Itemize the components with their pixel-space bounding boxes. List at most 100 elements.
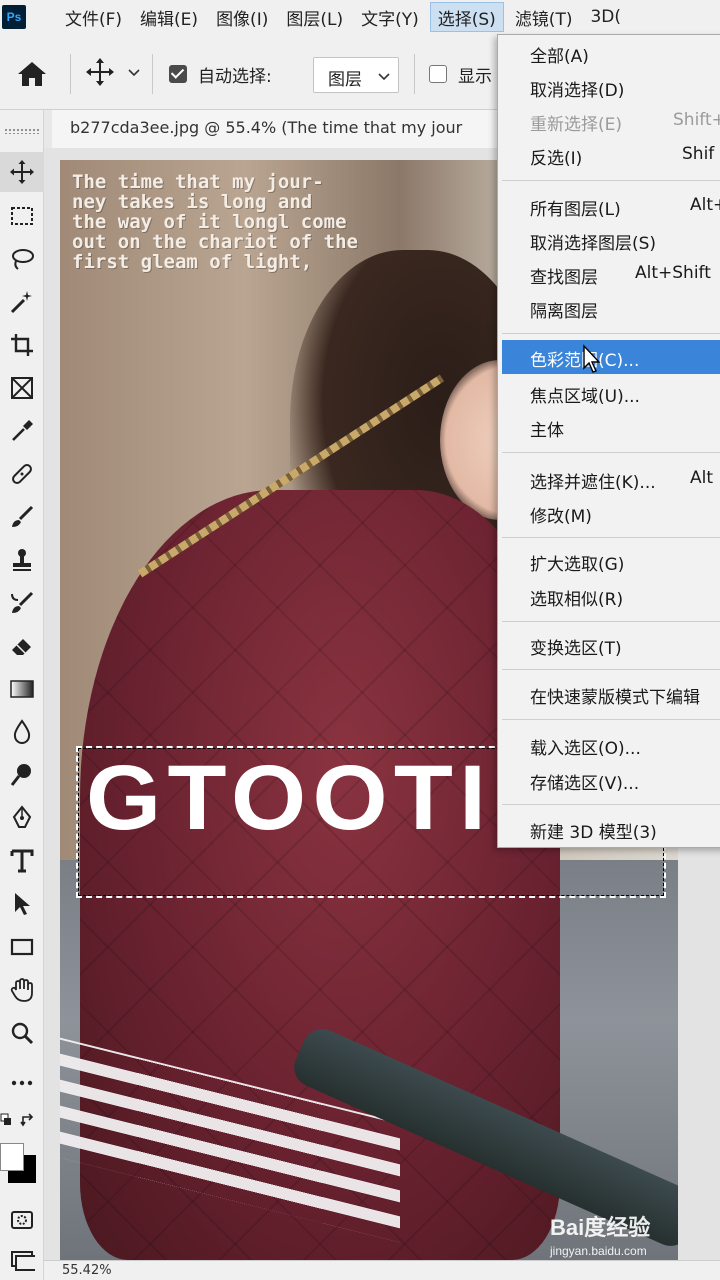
menu-file[interactable]: 文件(F) bbox=[58, 2, 129, 32]
marquee-tool[interactable] bbox=[0, 196, 44, 236]
pen-icon bbox=[12, 805, 32, 828]
show-transform-label: 显示 bbox=[458, 67, 492, 87]
lasso-icon bbox=[12, 249, 34, 270]
status-bar: 55.42% bbox=[44, 1260, 720, 1280]
frame-icon bbox=[11, 377, 33, 399]
menu-item-similar[interactable]: 选取相似(R) bbox=[502, 579, 720, 613]
screen-mode-icon bbox=[11, 1251, 35, 1271]
select-menu-dropdown: 全部(A) 取消选择(D) 重新选择(E)Shift+ 反选(I)Shif 所有… bbox=[497, 34, 720, 848]
crop-tool[interactable] bbox=[0, 325, 44, 365]
menu-item-save-selection[interactable]: 存储选区(V)... bbox=[502, 763, 720, 797]
layer-select-value: 图层 bbox=[328, 70, 362, 90]
more-tools[interactable] bbox=[0, 1063, 44, 1103]
menu-layer[interactable]: 图层(L) bbox=[279, 2, 350, 32]
menu-separator bbox=[502, 452, 720, 453]
menu-filter[interactable]: 滤镜(T) bbox=[508, 2, 580, 32]
type-tool[interactable] bbox=[0, 841, 44, 881]
history-brush-tool[interactable] bbox=[0, 583, 44, 623]
move-icon bbox=[10, 160, 34, 184]
eraser-tool[interactable] bbox=[0, 626, 44, 666]
gradient-icon bbox=[10, 680, 34, 698]
layer-select-dropdown[interactable]: 图层 bbox=[313, 57, 399, 93]
quick-mask-button[interactable] bbox=[0, 1200, 44, 1240]
zoom-icon bbox=[11, 1022, 34, 1045]
eraser-icon bbox=[12, 639, 31, 655]
menu-item-select-all[interactable]: 全部(A) bbox=[502, 36, 720, 70]
magic-wand-tool[interactable] bbox=[0, 282, 44, 322]
menu-separator bbox=[502, 537, 720, 538]
menu-item-isolate-layers[interactable]: 隔离图层 bbox=[502, 291, 720, 325]
quick-mask-icon bbox=[11, 1211, 33, 1229]
menu-item-subject[interactable]: 主体 bbox=[502, 410, 720, 444]
show-transform-checkbox[interactable] bbox=[429, 65, 447, 83]
menu-separator bbox=[502, 180, 720, 181]
healing-brush-tool[interactable] bbox=[0, 454, 44, 494]
menu-edit[interactable]: 编辑(E) bbox=[133, 2, 205, 32]
brush-icon bbox=[12, 505, 34, 527]
dodge-icon bbox=[10, 764, 31, 786]
menu-item-modify[interactable]: 修改(M) bbox=[502, 496, 720, 530]
default-colors-icon[interactable] bbox=[0, 1113, 12, 1127]
menu-item-inverse[interactable]: 反选(I) Shif bbox=[502, 138, 720, 172]
chevron-down-icon bbox=[378, 73, 390, 81]
options-separator bbox=[152, 54, 153, 94]
frame-tool[interactable] bbox=[0, 368, 44, 408]
menu-item-quick-mask[interactable]: 在快速蒙版模式下编辑 bbox=[502, 677, 720, 711]
chevron-down-icon[interactable] bbox=[128, 68, 140, 78]
menu-type[interactable]: 文字(Y) bbox=[354, 2, 426, 32]
eyedropper-icon bbox=[12, 420, 33, 441]
options-separator bbox=[70, 54, 71, 94]
menu-item-load-selection[interactable]: 载入选区(O)... bbox=[502, 728, 720, 762]
menu-item-transform-selection[interactable]: 变换选区(T) bbox=[502, 628, 720, 662]
menu-image[interactable]: 图像(I) bbox=[209, 2, 275, 32]
menu-item-color-range[interactable]: 色彩范围(C)... bbox=[502, 340, 720, 374]
menu-item-select-and-mask[interactable]: 选择并遮住(K)... Alt bbox=[502, 462, 720, 496]
history-brush-icon bbox=[11, 591, 34, 613]
menu-3d[interactable]: 3D( bbox=[583, 2, 628, 32]
menu-select[interactable]: 选择(S) bbox=[429, 2, 504, 32]
photoshop-window: Ps 文件(F) 编辑(E) 图像(I) 图层(L) 文字(Y) 选择(S) 滤… bbox=[0, 0, 720, 1280]
magic-wand-icon bbox=[10, 291, 32, 314]
menu-item-focus-area[interactable]: 焦点区域(U)... bbox=[502, 376, 720, 410]
tools-panel bbox=[0, 110, 44, 1280]
rectangle-tool[interactable] bbox=[0, 927, 44, 967]
watermark-url: jingyan.baidu.com bbox=[550, 1244, 647, 1258]
path-select-icon bbox=[15, 893, 30, 915]
menu-item-new-3d-model[interactable]: 新建 3D 模型(3) bbox=[502, 812, 720, 846]
hand-icon bbox=[10, 978, 33, 1002]
mouse-cursor-icon bbox=[583, 344, 601, 373]
clone-stamp-tool[interactable] bbox=[0, 540, 44, 580]
healing-brush-icon bbox=[12, 464, 32, 484]
menu-separator bbox=[502, 621, 720, 622]
hand-tool[interactable] bbox=[0, 970, 44, 1010]
zoom-tool[interactable] bbox=[0, 1013, 44, 1053]
eyedropper-tool[interactable] bbox=[0, 411, 44, 451]
menu-item-all-layers[interactable]: 所有图层(L)Alt+ bbox=[502, 189, 720, 223]
menu-item-deselect[interactable]: 取消选择(D) bbox=[502, 70, 720, 104]
zoom-level[interactable]: 55.42% bbox=[62, 1263, 112, 1278]
menu-item-deselect-layers[interactable]: 取消选择图层(S) bbox=[502, 223, 720, 257]
document-tab[interactable]: b277cda3ee.jpg @ 55.4% (The time that my… bbox=[52, 110, 500, 148]
more-tools-icon bbox=[11, 1080, 33, 1086]
path-selection-tool[interactable] bbox=[0, 884, 44, 924]
menu-item-grow[interactable]: 扩大选取(G) bbox=[502, 544, 720, 578]
lasso-tool[interactable] bbox=[0, 239, 44, 279]
home-icon[interactable] bbox=[16, 60, 48, 88]
poster-quote-text: The time that my jour- ney takes is long… bbox=[72, 171, 358, 273]
menu-item-find-layers[interactable]: 查找图层 Alt+Shift bbox=[502, 257, 720, 291]
pen-tool[interactable] bbox=[0, 798, 44, 838]
move-tool-icon[interactable] bbox=[84, 56, 116, 88]
foreground-color-swatch[interactable] bbox=[0, 1143, 24, 1171]
blur-tool[interactable] bbox=[0, 712, 44, 752]
dodge-tool[interactable] bbox=[0, 755, 44, 795]
move-tool[interactable] bbox=[0, 152, 44, 192]
auto-select-label: 自动选择: bbox=[198, 67, 272, 87]
panel-grip[interactable] bbox=[4, 128, 40, 134]
screen-mode-button[interactable] bbox=[0, 1240, 44, 1280]
auto-select-checkbox[interactable] bbox=[169, 65, 187, 83]
blur-icon bbox=[13, 719, 31, 744]
gradient-tool[interactable] bbox=[0, 669, 44, 709]
marquee-icon bbox=[11, 207, 33, 225]
swap-colors-icon[interactable] bbox=[20, 1113, 36, 1129]
brush-tool[interactable] bbox=[0, 497, 44, 537]
